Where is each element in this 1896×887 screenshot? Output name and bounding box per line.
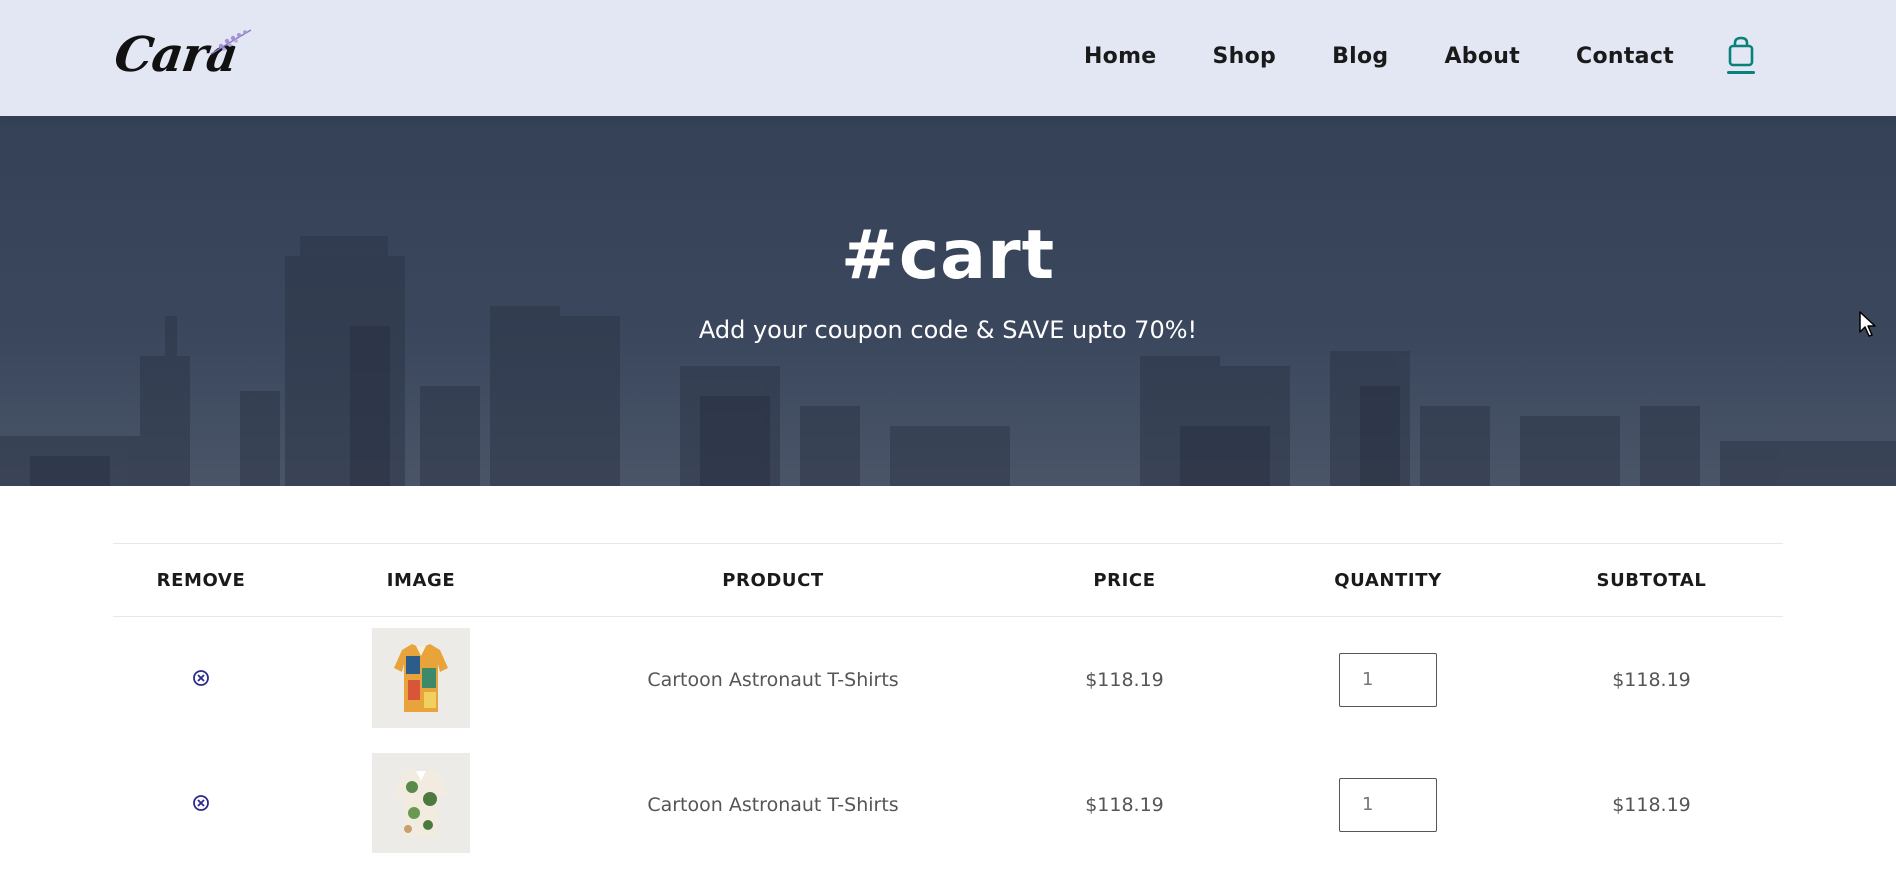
image-cell [289, 752, 553, 857]
circle-x-icon[interactable] [191, 793, 211, 813]
nav-about[interactable]: About [1444, 44, 1520, 69]
product-thumbnail[interactable] [372, 752, 470, 853]
product-subtotal: $118.19 [1612, 668, 1691, 691]
remove-cell [113, 668, 289, 692]
quantity-input[interactable] [1339, 652, 1437, 707]
column-header-image: IMAGE [386, 569, 456, 591]
shopping-bag-icon [1728, 36, 1754, 67]
site-header: Cara Home Shop Blog About Contact [0, 0, 1896, 116]
circle-x-icon[interactable] [191, 668, 211, 688]
column-header-subtotal: SUBTOTAL [1596, 569, 1707, 591]
nav-shop[interactable]: Shop [1213, 44, 1277, 69]
cart-row: Cartoon Astronaut T-Shirts $118.19 $118.… [113, 617, 1783, 742]
nav-contact[interactable]: Contact [1576, 44, 1674, 69]
page: Cara Home Shop Blog About Contact #cart … [0, 0, 1896, 887]
cart-hero-banner: #cart Add your coupon code & SAVE upto 7… [0, 116, 1896, 486]
quantity-cell [1256, 652, 1520, 707]
product-name: Cartoon Astronaut T-Shirts [647, 668, 899, 691]
cart-row: Cartoon Astronaut T-Shirts $118.19 $118.… [113, 742, 1783, 867]
nav-home[interactable]: Home [1084, 44, 1157, 69]
lavender-sprig-icon [210, 29, 252, 55]
product-price: $118.19 [1085, 793, 1164, 816]
colorful-shirt-image [394, 643, 448, 712]
product-subtotal: $118.19 [1612, 793, 1691, 816]
hero-subtitle: Add your coupon code & SAVE upto 70%! [698, 316, 1198, 344]
product-name: Cartoon Astronaut T-Shirts [647, 793, 899, 816]
column-header-remove: REMOVE [156, 569, 246, 591]
cart-table: REMOVE IMAGE PRODUCT PRICE QUANTITY SUBT… [113, 543, 1783, 867]
table-header: REMOVE IMAGE PRODUCT PRICE QUANTITY SUBT… [113, 543, 1783, 617]
column-header-quantity: QUANTITY [1334, 569, 1442, 591]
main-nav: Home Shop Blog About Contact [1028, 0, 1756, 112]
logo[interactable]: Cara [111, 20, 252, 90]
quantity-cell [1256, 777, 1520, 832]
image-cell [289, 627, 553, 732]
cart-link[interactable] [1726, 36, 1756, 76]
quantity-input[interactable] [1339, 777, 1437, 832]
column-header-product: PRODUCT [722, 569, 824, 591]
column-header-price: PRICE [1093, 569, 1156, 591]
product-thumbnail[interactable] [372, 627, 470, 728]
product-price: $118.19 [1085, 668, 1164, 691]
floral-shirt-image [394, 768, 448, 837]
mouse-pointer-icon [1859, 311, 1876, 337]
hero-title: #cart [840, 216, 1056, 295]
nav-blog[interactable]: Blog [1332, 44, 1388, 69]
remove-cell [113, 793, 289, 817]
active-underline [1727, 71, 1755, 74]
